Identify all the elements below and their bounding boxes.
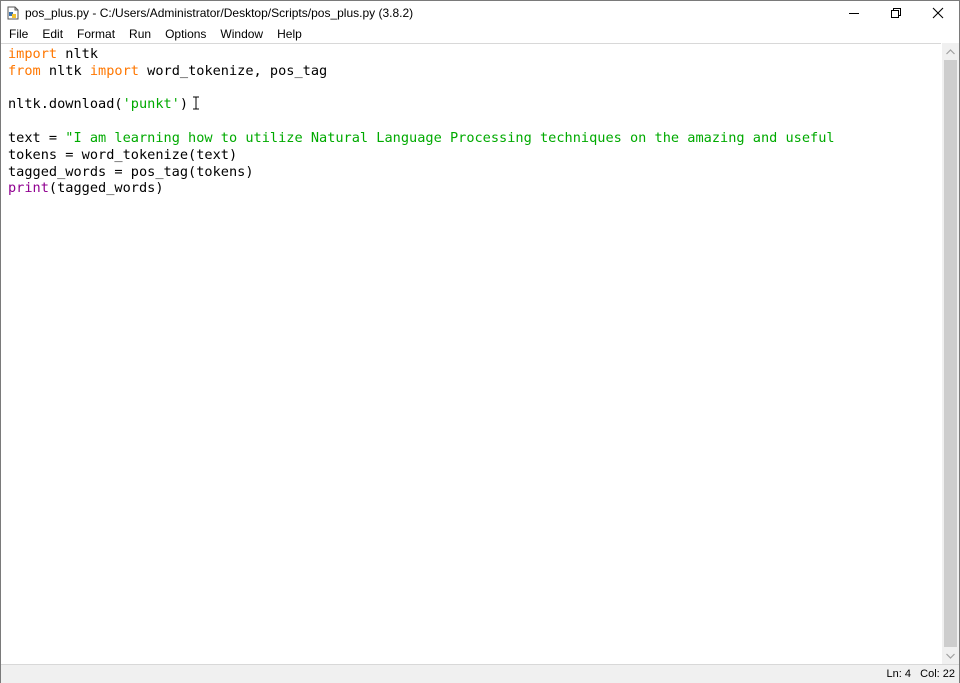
code-line[interactable] <box>8 113 941 130</box>
code-token: word_tokenize, pos_tag <box>138 62 328 79</box>
menu-run[interactable]: Run <box>121 27 157 41</box>
code-area[interactable]: import nltk from nltk import word_tokeniz… <box>1 44 941 197</box>
code-token: (tagged_words) <box>48 180 164 197</box>
code-line[interactable]: import nltk <box>8 46 941 63</box>
menu-format[interactable]: Format <box>69 27 121 41</box>
menu-bar: File Edit Format Run Options Window Help <box>1 24 959 43</box>
code-line[interactable]: from nltk import word_tokenize, pos_tag <box>8 63 941 80</box>
code-token: tagged_words = pos_tag(tokens) <box>8 163 254 180</box>
code-editor[interactable]: import nltk from nltk import word_tokeniz… <box>1 43 941 665</box>
text-cursor-icon <box>192 96 200 110</box>
keyword-token: import <box>89 62 139 79</box>
code-line[interactable]: tokens = word_tokenize(text) <box>8 147 941 164</box>
vertical-scrollbar[interactable] <box>942 43 959 664</box>
scroll-down-button[interactable] <box>942 647 959 664</box>
chevron-down-icon <box>946 653 955 659</box>
status-bar: Ln: 4 Col: 22 <box>1 664 959 683</box>
code-line[interactable]: print(tagged_words) <box>8 180 941 197</box>
restore-button[interactable] <box>875 1 917 24</box>
menu-help[interactable]: Help <box>269 27 308 41</box>
restore-icon <box>891 7 901 18</box>
menu-edit[interactable]: Edit <box>34 27 69 41</box>
string-token: "I am learning how to utilize Natural La… <box>65 129 835 146</box>
scroll-thumb[interactable] <box>944 60 957 647</box>
code-token: nltk <box>40 62 90 79</box>
status-line-number: Ln: 4 <box>886 668 911 680</box>
code-token: nltk <box>57 46 99 62</box>
code-line[interactable]: tagged_words = pos_tag(tokens) <box>8 164 941 181</box>
menu-file[interactable]: File <box>1 27 34 41</box>
menu-options[interactable]: Options <box>157 27 212 41</box>
python-file-icon <box>6 6 20 20</box>
minimize-button[interactable] <box>833 1 875 24</box>
code-line[interactable] <box>8 80 941 97</box>
close-button[interactable] <box>917 1 959 24</box>
code-token: ) <box>179 96 189 113</box>
status-column-number: Col: 22 <box>920 668 955 680</box>
scroll-up-button[interactable] <box>942 43 959 60</box>
keyword-token: from <box>8 62 41 79</box>
close-icon <box>932 7 944 18</box>
builtin-token: print <box>8 180 49 197</box>
code-line[interactable]: text = "I am learning how to utilize Nat… <box>8 130 941 147</box>
code-token: text = <box>8 129 66 146</box>
code-line[interactable]: nltk.download('punkt') <box>8 96 941 113</box>
keyword-token: import <box>8 46 58 62</box>
chevron-up-icon <box>946 48 955 54</box>
idle-editor-window: pos_plus.py - C:/Users/Administrator/Des… <box>0 0 960 683</box>
string-token: 'punkt' <box>122 96 180 113</box>
minimize-icon <box>849 12 859 14</box>
code-token: nltk.download( <box>8 96 123 113</box>
title-bar[interactable]: pos_plus.py - C:/Users/Administrator/Des… <box>1 1 959 24</box>
window-controls <box>833 1 959 24</box>
code-token: tokens = word_tokenize(text) <box>8 146 238 163</box>
menu-window[interactable]: Window <box>212 27 269 41</box>
window-title: pos_plus.py - C:/Users/Administrator/Des… <box>25 5 414 20</box>
